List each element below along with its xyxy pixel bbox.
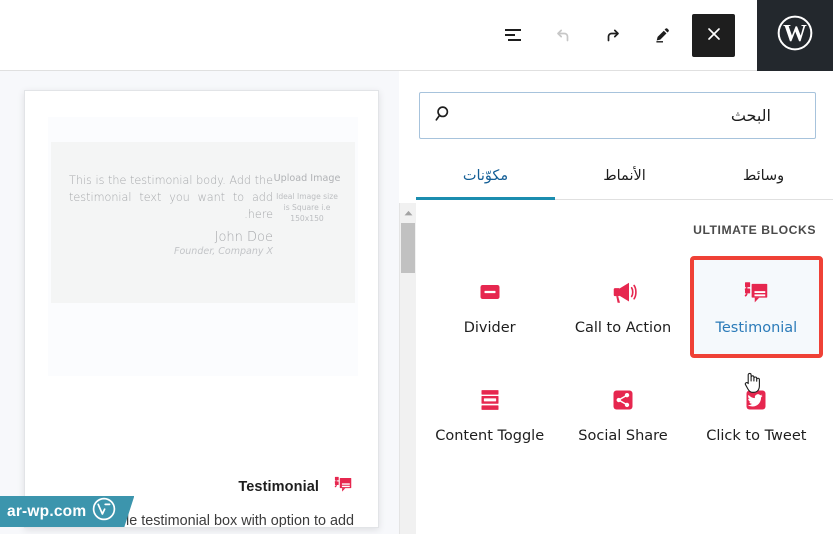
testimonial-author-role: Founder, Company X — [69, 246, 273, 257]
preview-block-title: Testimonial — [238, 479, 319, 495]
site-watermark: ar-wp.com — [0, 496, 134, 527]
watermark-text: ar-wp.com — [7, 503, 86, 521]
tab-patterns[interactable]: الأنماط — [555, 154, 694, 200]
megaphone-icon — [608, 277, 638, 307]
scrollbar-gutter-top — [399, 71, 416, 203]
ar-wp-logo-icon — [92, 497, 116, 526]
list-view-icon — [501, 23, 525, 47]
wordpress-icon: W — [776, 14, 814, 57]
search-input[interactable] — [419, 92, 816, 139]
block-grid: Testimonial Call to Action — [423, 256, 823, 466]
editor-toolbar: W — [0, 0, 833, 71]
block-item-content-toggle[interactable]: Content Toggle — [423, 364, 556, 466]
edit-pencil-button[interactable] — [642, 14, 684, 56]
list-view-button[interactable] — [492, 14, 534, 56]
scrollbar-thumb[interactable] — [401, 223, 415, 273]
scrollbar-up-arrow[interactable] — [400, 203, 416, 220]
testimonial-author-name: John Doe — [69, 230, 273, 245]
block-inserter-screen: W Upload Image Ideal Image size is Squar… — [0, 0, 833, 534]
preview-scrollbar[interactable] — [399, 203, 416, 534]
block-item-call-to-action[interactable]: Call to Action — [556, 256, 689, 358]
close-button[interactable] — [692, 14, 735, 57]
testimonial-preview: Upload Image Ideal Image size is Square … — [51, 142, 355, 303]
redo-icon — [601, 23, 625, 47]
twitter-icon — [741, 385, 771, 415]
search-button[interactable] — [423, 92, 465, 139]
divider-icon — [475, 277, 505, 307]
pencil-icon — [651, 23, 675, 47]
redo-button[interactable] — [592, 14, 634, 56]
search-field-wrapper — [419, 92, 816, 139]
testimonial-image-placeholder: Upload Image Ideal Image size is Square … — [273, 172, 341, 293]
undo-button[interactable] — [542, 14, 584, 56]
chevron-up-icon — [404, 203, 413, 221]
tab-blocks[interactable]: مكوّنات — [416, 154, 555, 200]
wordpress-logo-button[interactable]: W — [757, 0, 833, 71]
search-icon — [433, 103, 455, 128]
testimonial-body-text: This is the testimonial body. Add the te… — [69, 172, 273, 223]
block-item-click-to-tweet[interactable]: Click to Tweet — [690, 364, 823, 466]
content-toggle-icon — [475, 385, 505, 415]
testimonial-icon — [741, 277, 771, 307]
upload-image-hint: Ideal Image size is Square i.e 150x150 — [273, 191, 341, 224]
block-item-social-share[interactable]: Social Share — [556, 364, 689, 466]
svg-text:W: W — [783, 21, 807, 47]
block-label: Social Share — [578, 428, 667, 445]
preview-card: Upload Image Ideal Image size is Square … — [24, 90, 379, 528]
block-item-testimonial[interactable]: Testimonial — [690, 256, 823, 358]
testimonial-icon — [332, 473, 354, 500]
block-label: Divider — [464, 320, 516, 337]
block-label: Call to Action — [575, 320, 671, 337]
block-preview-panel: Upload Image Ideal Image size is Square … — [0, 71, 399, 534]
inserter-panel: وسائط الأنماط مكوّنات ULTIMATE BLOCKS — [416, 71, 833, 534]
block-label: Click to Tweet — [706, 428, 806, 445]
inserter-tabs: وسائط الأنماط مكوّنات — [416, 154, 833, 200]
share-icon — [608, 385, 638, 415]
section-title-ultimate-blocks: ULTIMATE BLOCKS — [417, 223, 816, 237]
testimonial-text-column: This is the testimonial body. Add the te… — [63, 172, 273, 293]
preview-title-row: Testimonial — [45, 473, 354, 500]
close-icon — [704, 24, 724, 47]
preview-render-area: Upload Image Ideal Image size is Square … — [48, 117, 358, 376]
block-label: Testimonial — [715, 320, 797, 337]
upload-image-label: Upload Image — [273, 172, 341, 185]
block-label: Content Toggle — [435, 428, 544, 445]
tab-media[interactable]: وسائط — [694, 154, 833, 200]
block-item-divider[interactable]: Divider — [423, 256, 556, 358]
undo-icon — [551, 23, 575, 47]
